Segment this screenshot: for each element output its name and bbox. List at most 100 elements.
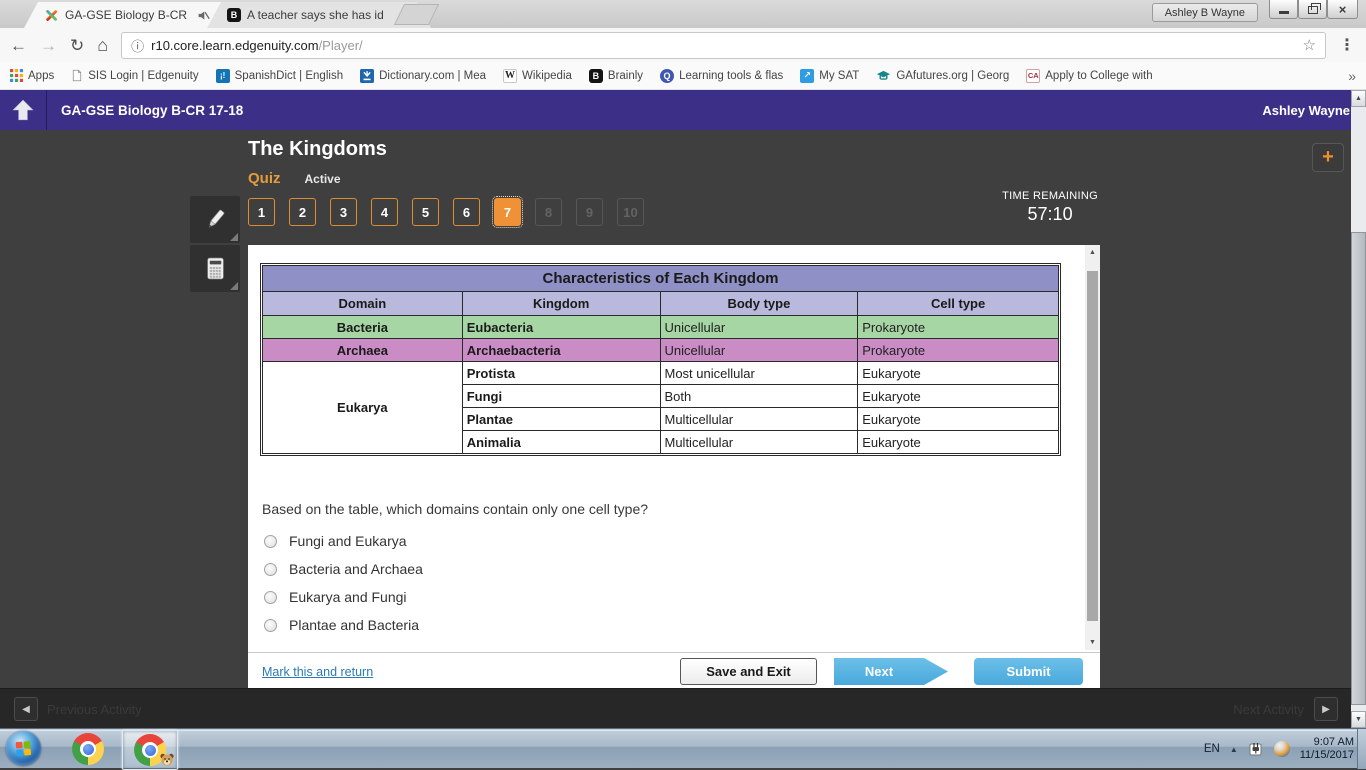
apps-grid-icon — [10, 69, 23, 82]
action-center-plug-icon[interactable] — [1248, 741, 1264, 757]
option-label[interactable]: Plantae and Bacteria — [289, 617, 419, 633]
lms-home-button[interactable] — [0, 90, 47, 130]
restore-icon — [1307, 3, 1321, 14]
bookmark-star-icon[interactable]: ☆ — [1303, 36, 1316, 54]
calculator-tool-button[interactable] — [190, 245, 240, 292]
page-info-icon[interactable]: ⓘ — [131, 36, 144, 55]
question-number-3[interactable]: 3 — [330, 198, 357, 226]
scroll-down-button[interactable]: ▼ — [1085, 635, 1100, 650]
radio-button[interactable] — [264, 562, 277, 576]
bookmark-quizlet[interactable]: Q Learning tools & flas — [660, 68, 784, 83]
graduation-cap-icon — [877, 70, 891, 80]
browser-profile-button[interactable]: Ashley B Wayne — [1151, 3, 1258, 22]
question-number-7-current[interactable]: 7 — [492, 196, 523, 228]
table-cell: Archaebacteria — [461, 338, 661, 362]
question-number-6[interactable]: 6 — [453, 198, 480, 226]
chrome-pinned-button[interactable] — [72, 733, 104, 765]
window-minimize-button[interactable] — [1269, 0, 1298, 19]
table-cell: Eukaryote — [857, 430, 1059, 454]
course-title: GA-GSE Biology B-CR 17-18 — [61, 102, 244, 118]
question-number-2[interactable]: 2 — [289, 198, 316, 226]
answer-option: Bacteria and Archaea — [264, 561, 423, 577]
time: 9:07 AM — [1313, 736, 1354, 748]
back-icon[interactable]: ← — [10, 37, 27, 54]
bookmark-sis-login[interactable]: SIS Login | Edgenuity — [71, 69, 199, 82]
question-number-4[interactable]: 4 — [371, 198, 398, 226]
highlighter-tool-button[interactable] — [190, 196, 240, 243]
scroll-up-button[interactable]: ▲ — [1351, 90, 1366, 107]
scroll-down-button[interactable]: ▼ — [1351, 711, 1366, 728]
edgenuity-header: GA-GSE Biology B-CR 17-18 Ashley Wayne — [0, 90, 1366, 130]
kingdom-table: Characteristics of Each Kingdom Domain K… — [260, 263, 1061, 456]
radio-button[interactable] — [264, 534, 277, 548]
question-text: Based on the table, which domains contai… — [262, 501, 649, 517]
save-and-exit-button[interactable]: Save and Exit — [680, 658, 817, 685]
table-cell: Eukaryote — [857, 361, 1059, 385]
table-row: Bacteria Eubacteria Unicellular Prokaryo… — [262, 315, 1059, 339]
answer-option: Fungi and Eukarya — [264, 533, 423, 549]
question-number-5[interactable]: 5 — [412, 198, 439, 226]
table-cell: Both — [659, 384, 859, 408]
radio-button[interactable] — [264, 618, 277, 632]
bookmark-apps[interactable]: Apps — [10, 69, 54, 82]
spanishdict-icon: ¡! — [215, 68, 230, 83]
panel-scrollbar[interactable]: ▲ ▼ — [1085, 245, 1100, 650]
home-icon[interactable]: ⌂ — [97, 36, 108, 54]
column-header: Domain — [262, 291, 463, 316]
table-cell: Animalia — [461, 430, 661, 454]
tray-sphere-icon[interactable] — [1273, 741, 1290, 757]
next-activity-button[interactable]: ▶ — [1314, 697, 1338, 721]
clock[interactable]: 9:07 AM 11/15/2017 — [1300, 736, 1354, 762]
window-restore-button[interactable] — [1298, 0, 1327, 19]
page-scrollbar[interactable]: ▲ ▼ — [1351, 90, 1366, 728]
submit-button[interactable]: Submit — [974, 658, 1083, 685]
quizlet-icon: Q — [660, 68, 675, 83]
chrome-active-window-button[interactable] — [122, 730, 178, 770]
option-label[interactable]: Bacteria and Archaea — [289, 561, 423, 577]
bookmarks-overflow-icon[interactable]: » — [1348, 68, 1356, 84]
bookmark-wikipedia[interactable]: W Wikipedia — [503, 68, 572, 83]
hidden-icons-arrow-icon[interactable]: ▲ — [1230, 745, 1238, 754]
start-button[interactable] — [6, 731, 41, 766]
previous-activity-button[interactable]: ◀ — [14, 697, 38, 721]
scroll-up-button[interactable]: ▲ — [1085, 245, 1100, 260]
windows-flag-icon — [15, 741, 32, 757]
question-number-9: 9 — [576, 198, 603, 226]
option-label[interactable]: Eukarya and Fungi — [289, 589, 407, 605]
window-close-button[interactable]: × — [1327, 0, 1358, 19]
bookmark-my-sat[interactable]: ↗ My SAT — [800, 68, 859, 83]
forward-icon[interactable]: → — [40, 37, 57, 54]
user-name[interactable]: Ashley Wayne — [1262, 103, 1350, 118]
bookmark-gafutures[interactable]: GAfutures.org | Georg — [876, 68, 1009, 83]
question-number-1[interactable]: 1 — [248, 198, 275, 226]
language-indicator[interactable]: EN — [1204, 743, 1220, 755]
bookmark-spanishdict[interactable]: ¡! SpanishDict | English — [215, 68, 343, 83]
pencil-icon — [208, 209, 225, 228]
table-cell: Prokaryote — [857, 315, 1059, 339]
lesson-title: The Kingdoms — [248, 138, 387, 160]
add-note-button[interactable]: + — [1312, 143, 1344, 172]
tab-title: A teacher says she has id — [247, 8, 384, 22]
screen: GA-GSE Biology B-CR × B A teacher says s… — [0, 0, 1366, 770]
minimize-icon — [1278, 11, 1289, 14]
bookmark-brainly[interactable]: B Brainly — [588, 68, 643, 83]
next-button[interactable]: Next — [834, 658, 948, 685]
bookmark-dictionary[interactable]: Dictionary.com | Mea — [360, 68, 486, 83]
bookmark-apply-college[interactable]: CA Apply to College with — [1026, 68, 1153, 83]
radio-button[interactable] — [264, 590, 277, 604]
browser-menu-icon[interactable]: ⋮ — [1339, 35, 1356, 55]
reload-icon[interactable]: ↻ — [70, 37, 84, 54]
bookmark-label: Learning tools & flas — [679, 69, 784, 82]
show-desktop-button[interactable] — [1357, 729, 1366, 769]
table-header-row: Domain Kingdom Body type Cell type — [262, 291, 1059, 316]
profile-avatar-dog-icon — [160, 753, 174, 766]
scrollbar-thumb[interactable] — [1351, 232, 1366, 705]
address-bar[interactable]: ⓘ r10.core.learn.edgenuity.com/Player/ ☆ — [121, 31, 1326, 59]
scrollbar-thumb[interactable] — [1087, 271, 1098, 621]
option-label[interactable]: Fungi and Eukarya — [289, 533, 407, 549]
bookmark-label: Wikipedia — [522, 69, 572, 82]
browser-toolbar: ← → ↻ ⌂ ⓘ r10.core.learn.edgenuity.com/P… — [0, 28, 1366, 62]
mark-and-return-link[interactable]: Mark this and return — [262, 665, 373, 679]
close-icon: × — [1338, 1, 1347, 17]
activity-nav: ◀ Previous Activity Next Activity ▶ — [0, 688, 1366, 728]
